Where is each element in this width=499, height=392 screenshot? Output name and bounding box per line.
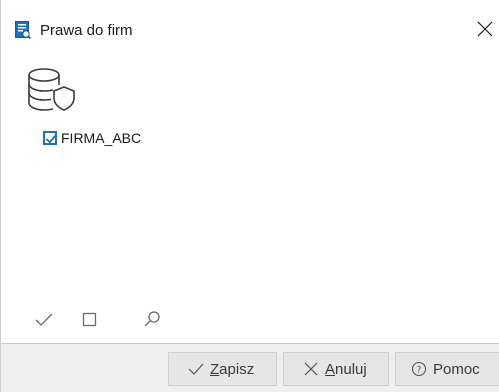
cancel-button-label: Anuluj	[325, 360, 367, 378]
check-all-button[interactable]	[33, 308, 55, 332]
help-button-label: Pomoc	[433, 360, 480, 378]
x-icon	[302, 360, 320, 378]
cancel-button[interactable]: Anuluj	[283, 352, 389, 386]
close-button[interactable]	[472, 14, 499, 44]
tree-item-label: FIRMA_ABC	[61, 130, 142, 146]
button-bar: Zapisz Anuluj ? Pomoc	[1, 343, 499, 392]
search-icon	[144, 311, 160, 327]
question-circle-icon: ?	[410, 360, 428, 378]
uncheck-all-icon	[82, 312, 97, 327]
window-title: Prawa do firm	[40, 22, 133, 39]
search-button[interactable]	[141, 308, 163, 332]
app-document-icon	[15, 21, 32, 40]
help-button[interactable]: ? Pomoc	[395, 352, 499, 386]
save-button-label: Zapisz	[210, 360, 255, 378]
check-all-icon	[35, 313, 53, 326]
checkmark-icon	[45, 134, 57, 144]
close-icon	[477, 21, 493, 37]
save-button[interactable]: Zapisz	[168, 352, 277, 386]
dialog-window: Prawa do firm FIRMA_ABC Zapisz Anuluj ? …	[0, 0, 499, 392]
database-shield-icon	[27, 67, 77, 113]
checkmark-icon	[187, 360, 205, 378]
uncheck-all-button[interactable]	[79, 308, 101, 332]
firma-checkbox[interactable]	[43, 131, 57, 145]
svg-text:?: ?	[417, 365, 422, 375]
title-bar: Prawa do firm	[1, 0, 499, 40]
tree-item-firma[interactable]: FIRMA_ABC	[43, 128, 141, 148]
